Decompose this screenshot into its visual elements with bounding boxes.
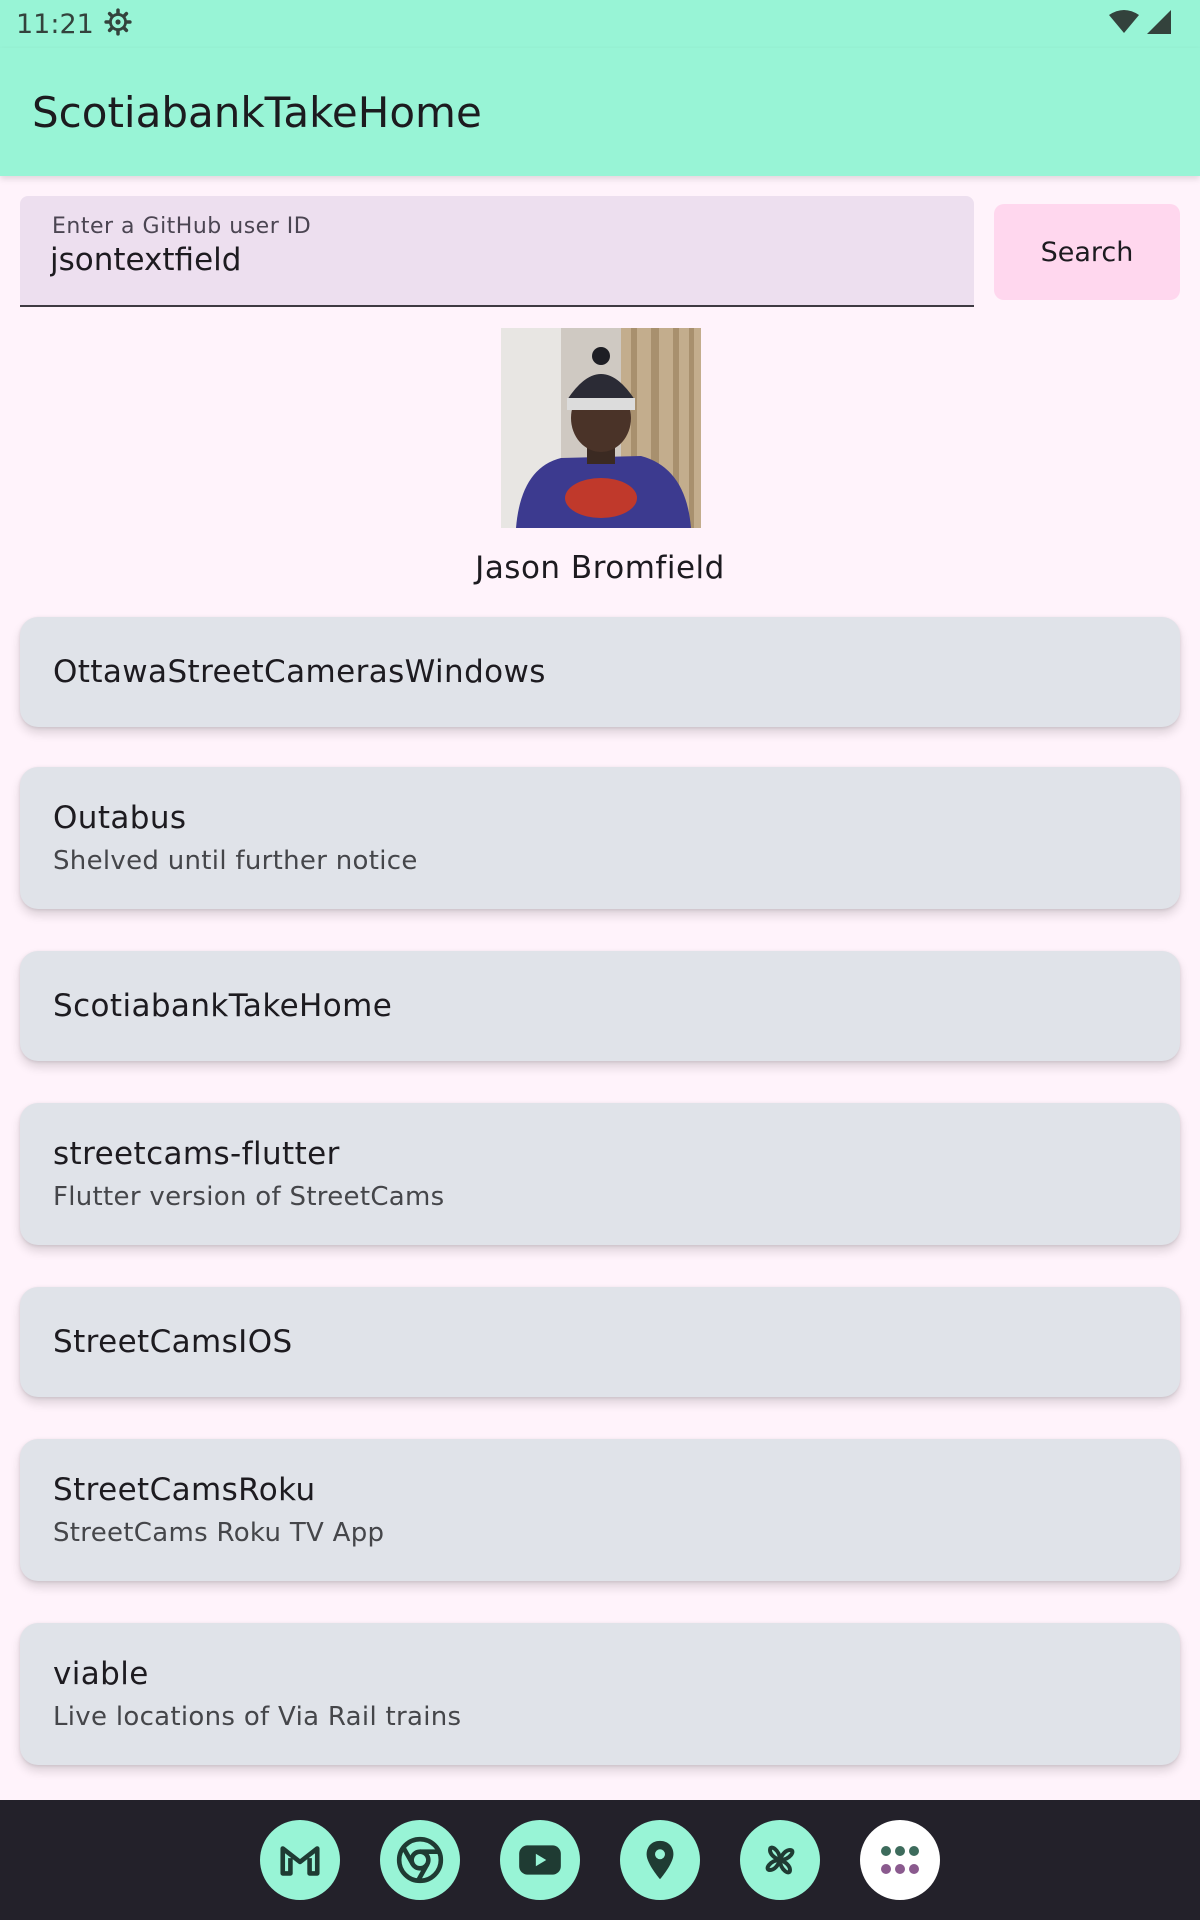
repo-description: Flutter version of StreetCams bbox=[53, 1182, 445, 1212]
repo-name: OttawaStreetCamerasWindows bbox=[53, 654, 546, 690]
repo-name: ScotiabankTakeHome bbox=[53, 988, 393, 1024]
repo-card[interactable]: OttawaStreetCamerasWindows bbox=[20, 617, 1180, 727]
status-bar: 11:21 bbox=[0, 0, 1200, 48]
avatar-photo bbox=[501, 328, 701, 528]
github-user-id-field[interactable]: Enter a GitHub user ID bbox=[20, 196, 974, 307]
youtube-icon[interactable] bbox=[500, 1820, 580, 1900]
repo-name: viable bbox=[53, 1656, 149, 1692]
status-left: 11:21 bbox=[16, 8, 132, 40]
github-user-id-label: Enter a GitHub user ID bbox=[52, 214, 312, 239]
repo-name: Outabus bbox=[53, 800, 187, 836]
github-user-id-input[interactable] bbox=[50, 242, 930, 278]
app-drawer-icon[interactable] bbox=[860, 1820, 940, 1900]
app-bar: ScotiabankTakeHome bbox=[0, 48, 1200, 176]
repo-card[interactable]: streetcams-flutter Flutter version of St… bbox=[20, 1103, 1180, 1245]
maps-icon[interactable] bbox=[620, 1820, 700, 1900]
chrome-icon[interactable] bbox=[380, 1820, 460, 1900]
repo-name: streetcams-flutter bbox=[53, 1136, 340, 1172]
photos-icon[interactable] bbox=[740, 1820, 820, 1900]
repo-card[interactable]: ScotiabankTakeHome bbox=[20, 951, 1180, 1061]
repo-card[interactable]: StreetCamsRoku StreetCams Roku TV App bbox=[20, 1439, 1180, 1581]
repo-card[interactable]: Outabus Shelved until further notice bbox=[20, 767, 1180, 909]
repo-name: StreetCamsRoku bbox=[53, 1472, 316, 1508]
settings-gear-icon bbox=[104, 8, 132, 40]
gmail-icon[interactable] bbox=[260, 1820, 340, 1900]
wifi-icon bbox=[1108, 9, 1140, 39]
repo-card[interactable]: viable Live locations of Via Rail trains bbox=[20, 1623, 1180, 1765]
search-button[interactable]: Search bbox=[994, 204, 1180, 300]
repo-name: StreetCamsIOS bbox=[53, 1324, 293, 1360]
repo-card[interactable]: StreetCamsIOS bbox=[20, 1287, 1180, 1397]
repo-description: StreetCams Roku TV App bbox=[53, 1518, 385, 1548]
app-dock bbox=[0, 1800, 1200, 1920]
app-title: ScotiabankTakeHome bbox=[32, 87, 482, 137]
signal-icon bbox=[1146, 9, 1172, 39]
avatar bbox=[501, 328, 701, 528]
repo-description: Live locations of Via Rail trains bbox=[53, 1702, 462, 1732]
status-time: 11:21 bbox=[16, 8, 94, 40]
repo-description: Shelved until further notice bbox=[53, 846, 418, 876]
status-right bbox=[1108, 9, 1184, 39]
user-name: Jason Bromfield bbox=[475, 550, 725, 586]
search-row: Enter a GitHub user ID Search bbox=[20, 196, 1180, 308]
